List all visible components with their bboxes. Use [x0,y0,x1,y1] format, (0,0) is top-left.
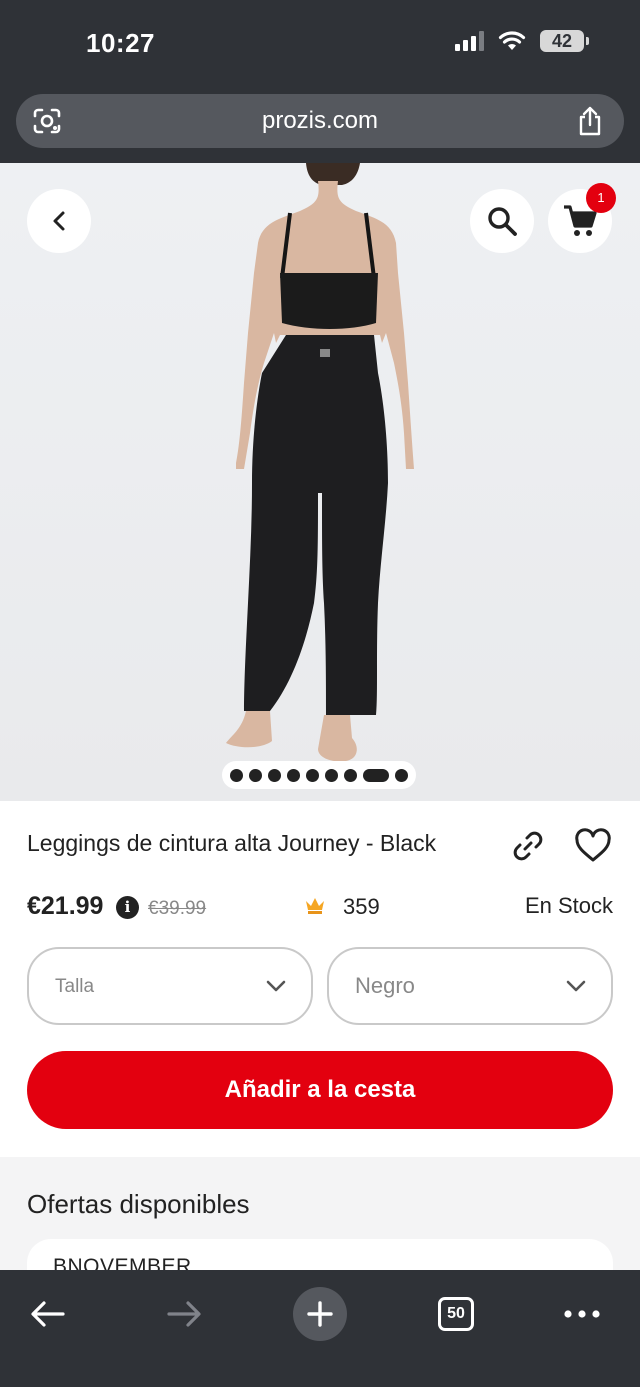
crown-icon [306,898,324,914]
cellular-signal-icon [455,31,484,51]
tab-count: 50 [438,1297,474,1331]
more-dots-icon [564,1310,600,1318]
battery-icon: 42 [540,30,589,52]
more-menu-button[interactable] [560,1284,604,1344]
color-select-label: Negro [355,973,415,998]
cart-count-badge: 1 [586,183,616,213]
address-bar[interactable]: prozis.com [16,94,624,148]
back-button[interactable] [27,189,91,253]
info-icon[interactable]: i [116,896,139,919]
wifi-icon [498,31,526,50]
product-photo [0,163,640,801]
url-text: prozis.com [261,107,379,134]
chevron-down-icon [566,980,586,992]
gallery-dot[interactable] [268,768,281,782]
search-button[interactable] [470,189,534,253]
heart-icon[interactable] [574,828,612,864]
price: €21.99 [27,892,104,920]
old-price: €39.99 [148,898,207,919]
product-title: Leggings de cintura alta Journey - Black [27,830,437,856]
stock-status: En Stock [524,893,613,918]
cart-button[interactable]: 1 [548,183,616,253]
arrow-right-icon [167,1301,201,1327]
browser-forward-button[interactable] [158,1284,210,1344]
chevron-down-icon [266,980,286,992]
color-select[interactable]: Negro [327,947,613,1025]
new-tab-circle [293,1287,347,1341]
offers-title: Ofertas disponibles [27,1189,250,1219]
gallery-dot[interactable] [287,768,300,782]
size-select-label: Talla [55,976,95,997]
gallery-dot-active[interactable] [363,768,389,782]
product-image-gallery[interactable]: 1 [0,163,640,801]
share-icon[interactable] [576,105,604,137]
gallery-dot[interactable] [249,768,262,782]
gallery-dot[interactable] [230,768,243,782]
add-to-cart-button[interactable]: Añadir a la cesta [27,1051,613,1129]
gallery-dot[interactable] [395,768,408,782]
tab-switcher-button[interactable]: 50 [436,1284,476,1344]
size-select[interactable]: Talla [27,947,313,1025]
browser-bottom-toolbar: 50 [0,1270,640,1387]
status-time: 10:27 [86,28,155,58]
offers-section: Ofertas disponibles BNOVEMBER [0,1157,640,1319]
plus-icon [307,1301,333,1327]
gallery-dot[interactable] [306,768,319,782]
gallery-dot[interactable] [344,768,357,782]
chevron-left-icon [53,211,65,231]
arrow-left-icon [31,1301,65,1327]
loyalty-points: 359 [343,894,380,919]
browser-back-button[interactable] [22,1284,74,1344]
search-icon [488,207,517,236]
gallery-pagination[interactable] [222,761,416,789]
status-indicators: 42 [455,30,589,52]
gallery-dot[interactable] [325,768,338,782]
new-tab-button[interactable] [293,1284,347,1344]
link-icon[interactable] [510,828,546,864]
browser-top-chrome: 10:27 42 prozis.com [0,0,640,163]
